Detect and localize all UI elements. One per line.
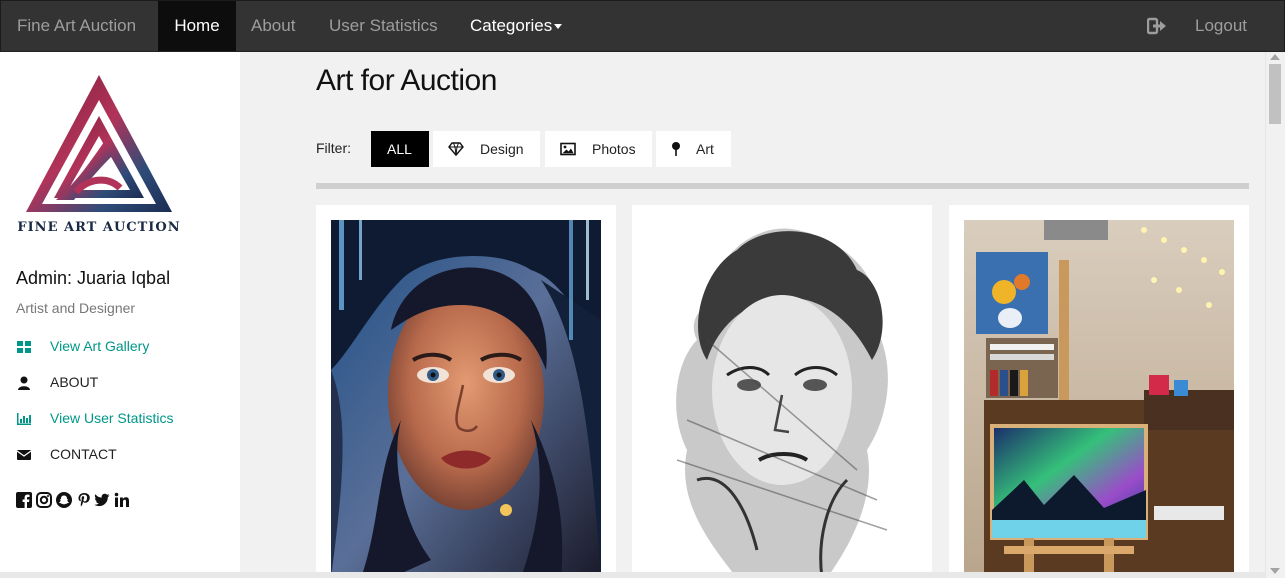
filter-art-label: Art [696, 141, 714, 157]
filter-all-label: ALL [387, 141, 412, 157]
filter-art-button[interactable]: Art [656, 131, 731, 167]
instagram-icon[interactable] [36, 492, 52, 508]
filter-all-button[interactable]: ALL [371, 131, 429, 167]
artwork-card[interactable] [632, 205, 932, 578]
nav-home[interactable]: Home [158, 1, 236, 51]
triangle-logo-icon [26, 75, 172, 212]
sidebar-item-label: View User Statistics [50, 410, 174, 426]
user-icon [18, 376, 30, 390]
pinterest-icon[interactable] [76, 492, 92, 508]
filter-design-button[interactable]: Design [433, 131, 540, 167]
logo-text: FINE ART AUCTION [17, 220, 181, 235]
artwork-image-easel-aurora-painting[interactable] [964, 220, 1234, 578]
snapchat-icon[interactable] [56, 492, 72, 508]
top-navbar: Fine Art Auction Home About User Statist… [0, 0, 1285, 52]
sign-out-icon[interactable] [1147, 17, 1167, 35]
sidebar-item-label: View Art Gallery [50, 338, 150, 354]
facebook-icon[interactable] [16, 492, 32, 508]
caret-down-icon [554, 24, 563, 30]
bottom-edge-bar [0, 572, 1265, 578]
site-logo: FINE ART AUCTION [16, 72, 182, 238]
nav-user-statistics[interactable]: User Statistics [329, 1, 438, 51]
sidebar-item-view-user-statistics[interactable]: View User Statistics [16, 409, 226, 429]
sidebar-item-label: CONTACT [50, 446, 117, 462]
filter-photos-label: Photos [592, 141, 636, 157]
grid-icon [17, 341, 31, 353]
linkedin-icon[interactable] [114, 492, 130, 508]
scroll-up-arrow-icon[interactable] [1270, 54, 1280, 60]
artwork-card[interactable] [949, 205, 1249, 578]
sidebar-item-contact[interactable]: CONTACT [16, 445, 226, 465]
filter-photos-button[interactable]: Photos [545, 131, 652, 167]
diamond-icon [448, 142, 464, 157]
sidebar-item-label: ABOUT [50, 374, 99, 390]
sidebar-item-about[interactable]: ABOUT [16, 373, 226, 393]
envelope-icon [16, 450, 32, 460]
filter-divider [316, 183, 1249, 189]
scroll-down-arrow-icon[interactable] [1270, 568, 1280, 574]
sidebar: FINE ART AUCTION Admin: Juaria Iqbal Art… [0, 52, 240, 578]
filter-design-label: Design [480, 141, 524, 157]
scrollbar-thumb[interactable] [1269, 64, 1281, 124]
nav-logout[interactable]: Logout [1195, 1, 1247, 51]
artwork-image-portrait-color[interactable] [331, 220, 601, 578]
sidebar-item-view-art-gallery[interactable]: View Art Gallery [16, 337, 226, 357]
brand-link[interactable]: Fine Art Auction [17, 1, 136, 51]
twitter-icon[interactable] [94, 492, 110, 508]
bar-chart-icon [17, 413, 31, 425]
admin-name: Admin: Juaria Iqbal [16, 268, 171, 288]
filter-label: Filter: [316, 140, 351, 156]
artwork-card[interactable] [316, 205, 616, 578]
admin-role: Artist and Designer [16, 300, 136, 316]
map-marker-icon [672, 142, 680, 156]
social-links [16, 492, 146, 510]
page-scrollbar[interactable] [1265, 52, 1285, 578]
categories-label: Categories [470, 16, 553, 35]
page-title: Art for Auction [316, 64, 497, 97]
nav-about[interactable]: About [251, 1, 295, 51]
artwork-image-charcoal-sketch[interactable] [647, 220, 917, 578]
nav-categories-dropdown[interactable]: Categories [470, 1, 563, 51]
image-icon [560, 142, 576, 156]
